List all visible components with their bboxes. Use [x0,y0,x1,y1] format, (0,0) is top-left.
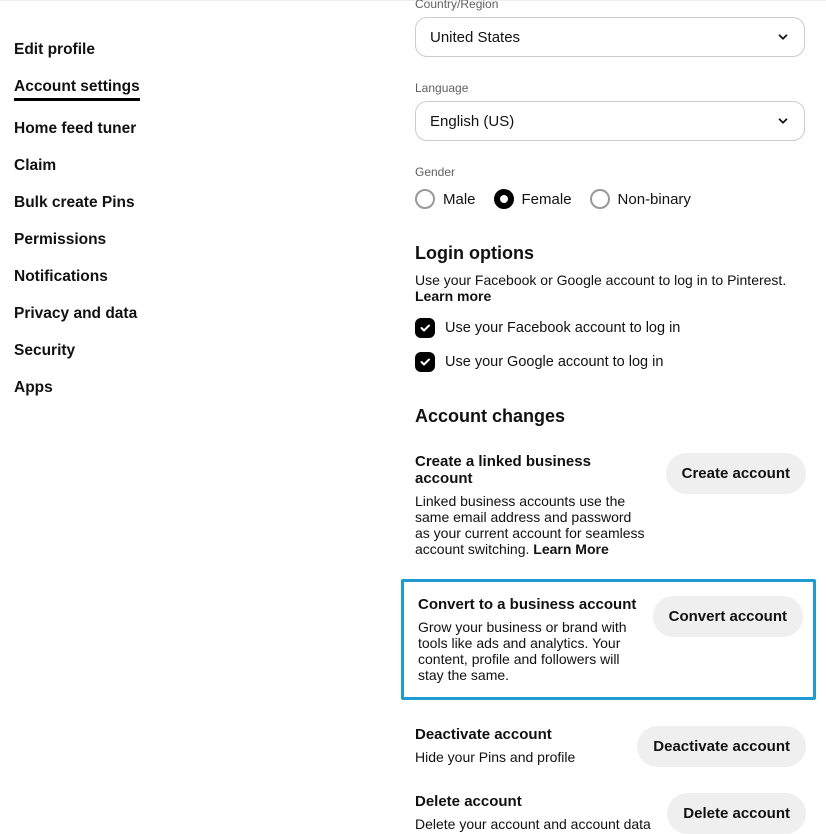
delete-account-button[interactable]: Delete account [667,793,806,834]
deactivate-title: Deactivate account [415,726,621,743]
gender-female-option[interactable]: Female [494,189,572,209]
login-subtext: Use your Facebook or Google account to l… [415,272,806,304]
gender-nonbinary-option[interactable]: Non-binary [590,189,691,209]
linked-business-section: Create a linked business account Linked … [415,453,806,557]
language-label: Language [415,81,806,95]
learn-more-link[interactable]: Learn more [415,288,491,304]
linked-desc-text: Linked business accounts use the same em… [415,493,645,557]
sidebar-item-permissions[interactable]: Permissions [14,231,195,249]
country-select[interactable]: United States [415,17,805,57]
learn-more-link[interactable]: Learn More [533,541,608,557]
convert-account-button[interactable]: Convert account [653,596,803,637]
checkbox-checked-icon [415,318,435,338]
deactivate-desc: Hide your Pins and profile [415,749,621,765]
sidebar-item-home-feed-tuner[interactable]: Home feed tuner [14,120,195,138]
sidebar-item-apps[interactable]: Apps [14,379,195,397]
chevron-down-icon [776,114,790,132]
delete-section: Delete account Delete your account and a… [415,793,806,834]
language-select[interactable]: English (US) [415,101,805,141]
gender-female-label: Female [522,191,572,208]
sidebar-item-edit-profile[interactable]: Edit profile [14,41,195,59]
radio-icon [590,189,610,209]
language-value: English (US) [430,113,514,130]
linked-desc: Linked business accounts use the same em… [415,493,650,557]
gender-male-option[interactable]: Male [415,189,476,209]
account-changes-heading: Account changes [415,406,806,427]
sidebar-item-bulk-create-pins[interactable]: Bulk create Pins [14,194,195,212]
checkbox-checked-icon [415,352,435,372]
main-content: Country/Region United States Language En… [195,1,826,782]
sidebar: Edit profile Account settings Home feed … [0,1,195,782]
convert-desc: Grow your business or brand with tools l… [418,619,637,683]
country-label: Country/Region [415,0,806,11]
convert-business-section: Convert to a business account Grow your … [418,596,803,683]
facebook-login-label: Use your Facebook account to log in [445,320,680,336]
radio-icon [415,189,435,209]
gender-male-label: Male [443,191,476,208]
facebook-login-toggle[interactable]: Use your Facebook account to log in [415,318,806,338]
google-login-toggle[interactable]: Use your Google account to log in [415,352,806,372]
gender-radio-group: Male Female Non-binary [415,189,806,209]
country-value: United States [430,29,520,46]
sidebar-item-security[interactable]: Security [14,342,195,360]
sidebar-item-account-settings[interactable]: Account settings [14,78,140,101]
sidebar-item-claim[interactable]: Claim [14,157,195,175]
sidebar-item-notifications[interactable]: Notifications [14,268,195,286]
create-account-button[interactable]: Create account [666,453,806,494]
convert-title: Convert to a business account [418,596,637,613]
convert-highlight: Convert to a business account Grow your … [401,579,816,700]
google-login-label: Use your Google account to log in [445,354,663,370]
gender-label: Gender [415,165,806,179]
deactivate-account-button[interactable]: Deactivate account [637,726,806,767]
login-subtext-text: Use your Facebook or Google account to l… [415,272,786,288]
deactivate-section: Deactivate account Hide your Pins and pr… [415,726,806,767]
chevron-down-icon [776,30,790,48]
delete-desc: Delete your account and account data [415,816,651,832]
gender-nonbinary-label: Non-binary [618,191,691,208]
login-options-heading: Login options [415,243,806,264]
sidebar-item-privacy-data[interactable]: Privacy and data [14,305,195,323]
radio-checked-icon [494,189,514,209]
linked-title: Create a linked business account [415,453,650,487]
delete-title: Delete account [415,793,651,810]
